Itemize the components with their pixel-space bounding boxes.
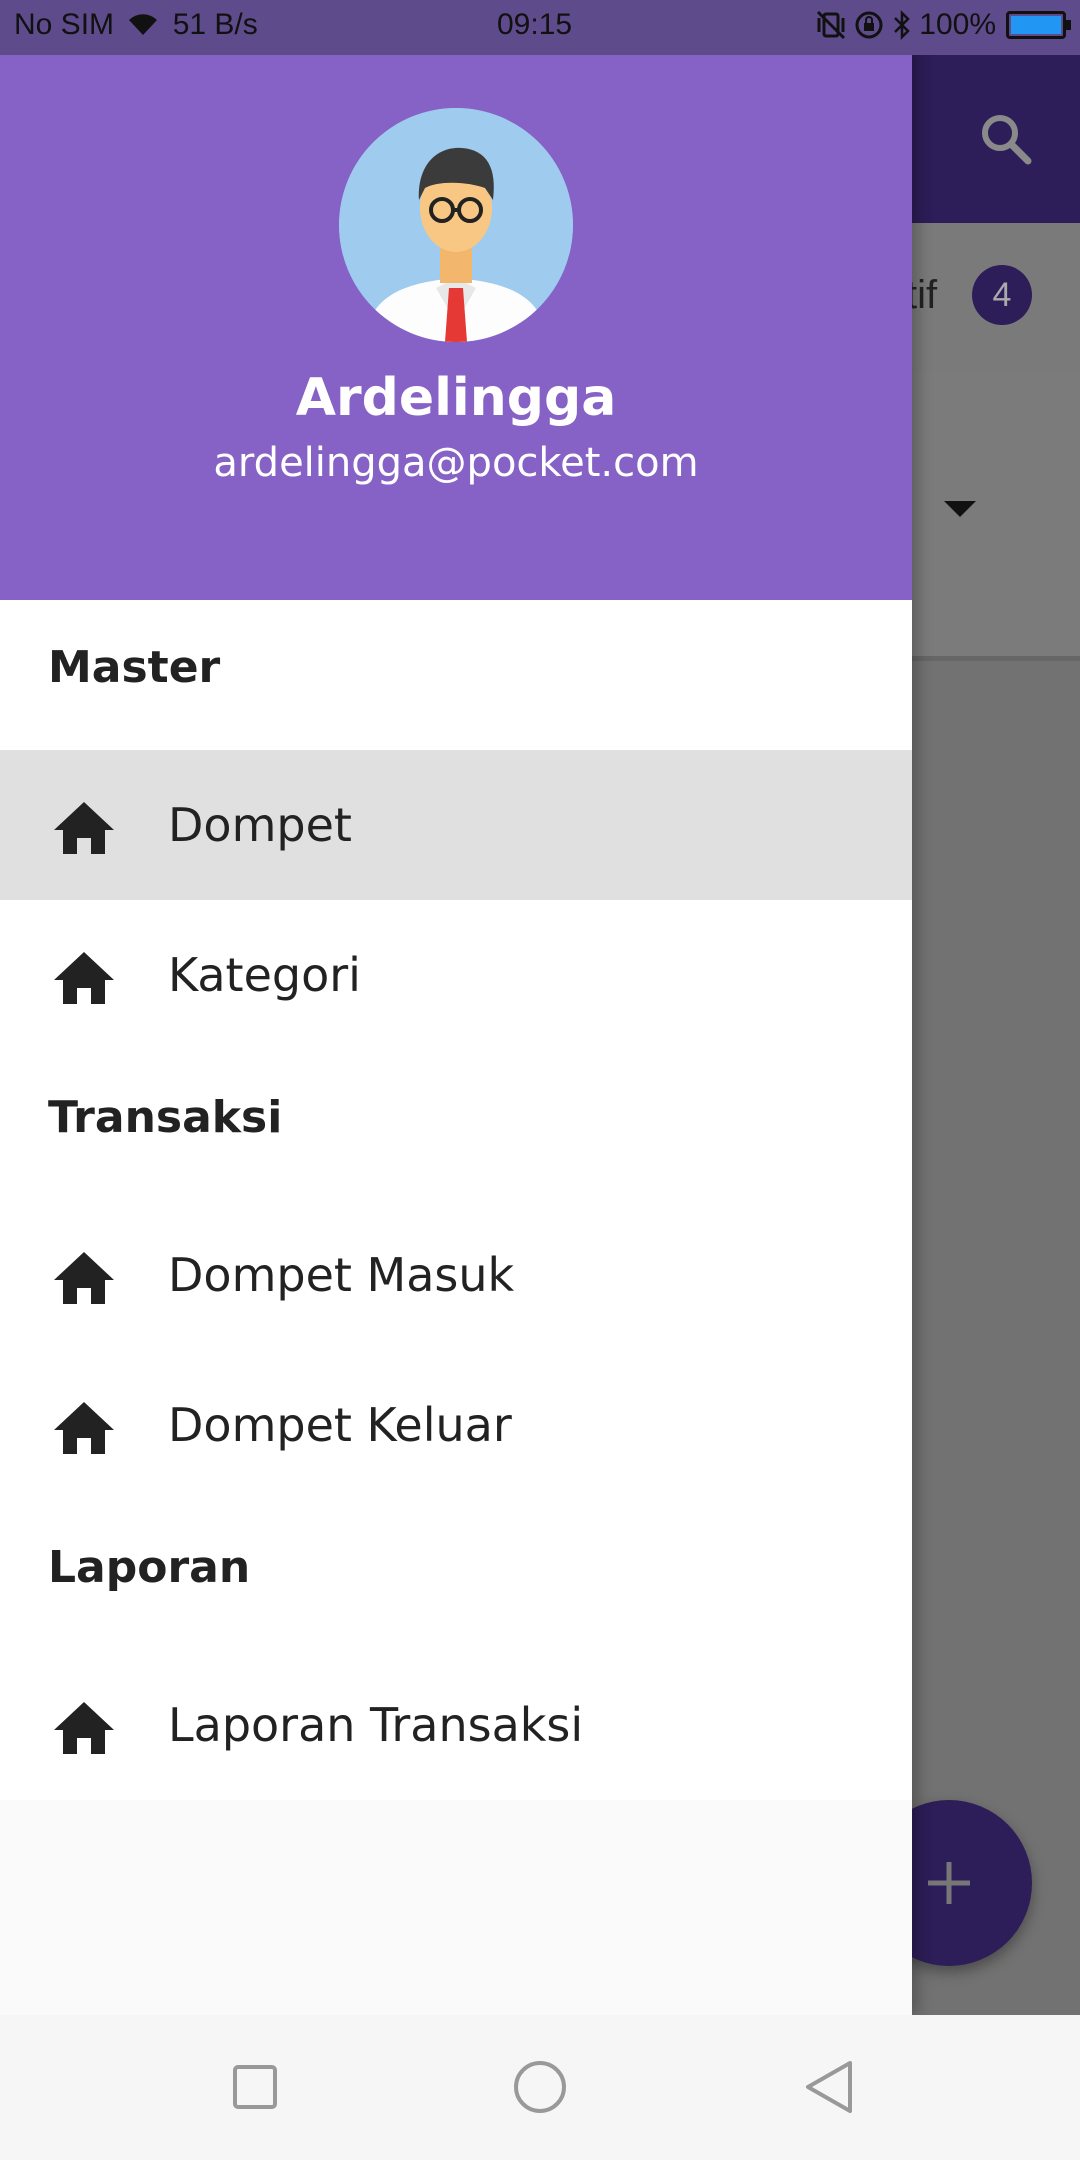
home-icon [54,802,114,854]
menu-item-dompet[interactable]: Dompet [0,750,912,900]
menu-item-laporan-transaksi[interactable]: Laporan Transaksi [0,1650,912,1800]
home-icon [54,1702,114,1754]
avatar[interactable] [339,108,573,342]
menu-item-label: Laporan Transaksi [168,1698,584,1752]
menu-item-dompet-keluar[interactable]: Dompet Keluar [0,1350,912,1500]
menu-item-label: Dompet Keluar [168,1398,512,1452]
rotation-lock-icon [855,11,883,39]
bluetooth-icon [894,10,911,40]
navigation-drawer: Ardelingga ardelingga@pocket.com Master … [0,0,912,2015]
user-name: Ardelingga [295,368,617,428]
home-icon [54,1252,114,1304]
status-left: No SIM 51 B/s [14,8,258,42]
section-title-laporan: Laporan [48,1542,251,1593]
home-icon [54,952,114,1004]
dropdown-arrow-icon[interactable] [944,501,976,517]
menu-item-label: Dompet [168,798,352,852]
menu-item-label: Dompet Masuk [168,1248,515,1302]
system-nav-bar [0,2015,1080,2160]
user-email: ardelingga@pocket.com [213,440,699,486]
wifi-icon [129,14,158,36]
home-circle-icon[interactable] [508,2055,572,2119]
network-speed-text: 51 B/s [172,8,258,41]
battery-percent-text: 100% [919,8,996,41]
plus-icon [928,1862,970,1904]
section-title-transaksi: Transaksi [48,1092,283,1143]
menu-item-label: Kategori [168,948,361,1002]
menu-item-dompet-masuk[interactable]: Dompet Masuk [0,1200,912,1350]
search-icon[interactable] [978,111,1034,167]
status-right: 100% [815,8,1071,42]
back-triangle-icon[interactable] [798,2055,862,2119]
clock-text: 09:15 [497,8,573,41]
drawer-menu: Master Dompet Kategori Transaksi Dompet … [0,600,912,1800]
user-avatar-icon [339,108,573,342]
battery-icon [1006,11,1071,39]
carrier-text: No SIM [14,8,115,41]
status-bar: No SIM 51 B/s 09:15 100% [0,0,1080,55]
drawer-header: Ardelingga ardelingga@pocket.com [0,0,912,600]
recent-apps-icon[interactable] [223,2055,287,2119]
section-title-master: Master [48,642,221,693]
menu-item-kategori[interactable]: Kategori [0,900,912,1050]
tab-badge: 4 [972,265,1032,325]
vibrate-icon [817,10,846,40]
home-icon [54,1402,114,1454]
